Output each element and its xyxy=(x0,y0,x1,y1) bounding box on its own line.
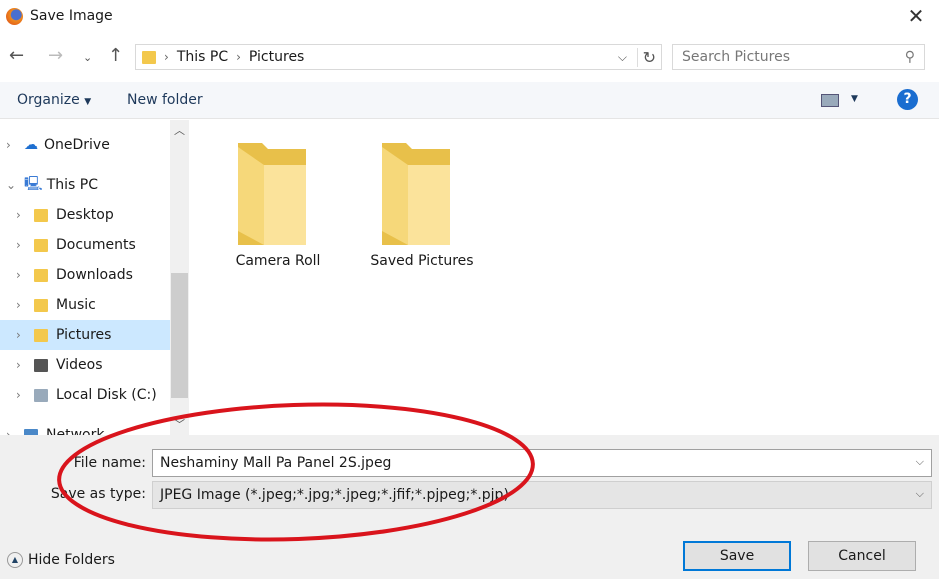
folder-icon[interactable] xyxy=(238,143,306,245)
videos-icon xyxy=(34,358,48,372)
nav-item-local-disk[interactable]: › Local Disk (C:) xyxy=(0,380,170,410)
disk-icon xyxy=(34,388,48,402)
scrollbar-thumb[interactable] xyxy=(171,273,188,398)
view-icon[interactable] xyxy=(821,94,839,107)
search-icon: ⚲ xyxy=(904,49,915,65)
nav-item-desktop[interactable]: › Desktop xyxy=(0,200,170,230)
navigation-pane: › ☁ OneDrive ⌄ 🖳 This PC › Desktop › Documents… xyxy=(0,120,170,435)
file-name-label: File name: xyxy=(73,455,146,471)
nav-item-pictures[interactable]: › Pictures xyxy=(0,320,170,350)
save-type-label: Save as type: xyxy=(50,486,146,502)
address-bar[interactable]: › This PC › Pictures ⌵ ↻ xyxy=(135,44,662,70)
cloud-icon: ☁ xyxy=(24,137,38,153)
nav-item-videos[interactable]: › Videos xyxy=(0,350,170,380)
documents-icon xyxy=(34,238,48,252)
folder-saved-pictures[interactable]: Saved Pictures xyxy=(362,253,482,269)
breadcrumb-this-pc[interactable]: This PC xyxy=(177,49,228,65)
search-input[interactable]: Search Pictures ⚲ xyxy=(672,44,925,70)
chevron-down-icon: ⌵ xyxy=(915,487,924,500)
breadcrumb-pictures[interactable]: Pictures xyxy=(249,49,304,65)
chevron-down-icon: ⌵ xyxy=(915,455,924,468)
hide-folders-button[interactable]: ▲ Hide Folders xyxy=(7,552,115,568)
close-icon[interactable]: ✕ xyxy=(902,4,930,30)
firefox-logo-icon xyxy=(6,8,23,25)
nav-item-network[interactable]: › Network xyxy=(0,420,170,435)
view-dropdown-icon[interactable]: ▼ xyxy=(851,94,858,104)
computer-icon: 🖳 xyxy=(24,176,43,192)
desktop-icon xyxy=(34,208,48,222)
help-button[interactable]: ? xyxy=(897,89,918,110)
nav-item-downloads[interactable]: › Downloads xyxy=(0,260,170,290)
folder-camera-roll[interactable]: Camera Roll xyxy=(218,253,338,269)
recent-chevron-icon[interactable]: ⌄ xyxy=(83,51,92,64)
nav-item-music[interactable]: › Music xyxy=(0,290,170,320)
downloads-icon xyxy=(34,268,48,282)
pictures-folder-icon xyxy=(142,50,156,64)
scroll-up-icon[interactable]: ︿ xyxy=(174,122,185,138)
music-icon xyxy=(34,298,48,312)
save-type-select[interactable]: JPEG Image (*.jpeg;*.jpg;*.jpeg;*.jfif;*… xyxy=(152,481,932,509)
cancel-button[interactable]: Cancel xyxy=(808,541,916,571)
forward-arrow-icon[interactable]: → xyxy=(48,45,63,66)
collapse-up-icon: ▲ xyxy=(7,552,23,568)
window-title: Save Image xyxy=(30,8,113,24)
organize-button[interactable]: Organize ▼ xyxy=(17,92,91,108)
pictures-icon xyxy=(34,328,48,342)
refresh-icon[interactable]: ↻ xyxy=(636,47,656,67)
save-button[interactable]: Save xyxy=(683,541,791,571)
new-folder-button[interactable]: New folder xyxy=(127,92,203,108)
nav-item-onedrive[interactable]: › ☁ OneDrive xyxy=(0,130,170,160)
chevron-down-icon[interactable]: ⌵ xyxy=(618,50,627,65)
back-arrow-icon[interactable]: ← xyxy=(9,45,24,66)
file-name-input[interactable]: Neshaminy Mall Pa Panel 2S.jpeg ⌵ xyxy=(152,449,932,477)
up-arrow-icon[interactable]: ↑ xyxy=(108,45,123,66)
nav-item-this-pc[interactable]: ⌄ 🖳 This PC xyxy=(0,170,170,200)
nav-item-documents[interactable]: › Documents xyxy=(0,230,170,260)
scroll-down-icon[interactable]: ﹀ xyxy=(174,416,185,432)
folder-icon[interactable] xyxy=(382,143,450,245)
